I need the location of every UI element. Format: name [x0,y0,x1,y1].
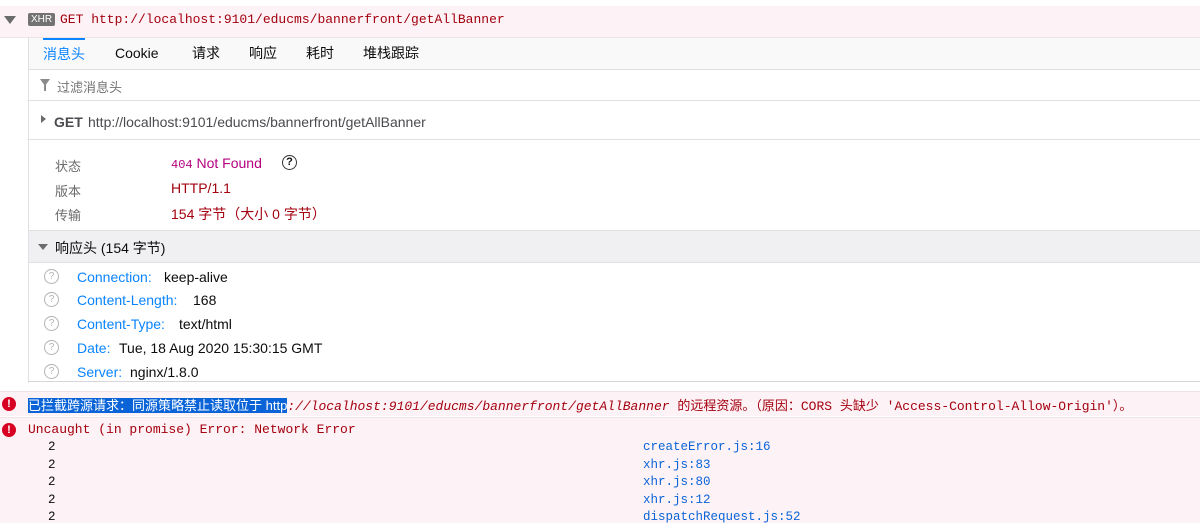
stack-frame: 2 createError.js:16 [0,440,1200,458]
header-name: Date: [77,340,111,356]
cors-reason: 的远程资源。（原因：CORS 头缺少 'Access-Control-Allow… [669,399,1133,414]
panel-divider [28,381,1200,382]
help-icon[interactable]: ? [44,316,59,331]
header-value: nginx/1.8.0 [130,364,199,380]
transfer-label: 传输 [55,208,82,223]
cors-url[interactable]: ://localhost:9101/educms/bannerfront/get… [287,399,669,414]
network-details-panel: 消息头 Cookie 请求 响应 耗时 堆栈跟踪 过滤消息头 GET http:… [28,38,1200,383]
xhr-badge: XHR [28,13,56,26]
stack-frame: 2 xhr.js:80 [0,475,1200,493]
status-text: Not Found [196,155,262,171]
error-icon: ! [2,423,16,437]
help-icon[interactable]: ? [44,364,59,379]
tab-response[interactable]: 响应 [249,38,277,69]
stack-location-link[interactable]: xhr.js:83 [643,458,711,472]
selected-text: 已拦截跨源请求：同源策略禁止读取位于 http [28,398,288,413]
stack-count: 2 [48,440,56,454]
response-headers-title: 响应头 (154 字节) [55,240,166,256]
header-value: 168 [193,292,217,308]
header-value: Tue, 18 Aug 2020 15:30:15 GMT [119,340,323,356]
tab-stack-trace[interactable]: 堆栈跟踪 [363,38,419,69]
xhr-request-summary[interactable]: GET http://localhost:9101/educms/bannerf… [60,12,505,27]
status-code: 404 [171,158,193,172]
uncaught-error-text: Uncaught (in promise) Error: Network Err… [28,422,356,437]
header-name: Connection: [77,269,152,285]
header-name: Content-Length: [77,292,178,308]
collapse-arrow-icon [38,244,48,250]
stack-frame: 2 xhr.js:12 [0,493,1200,511]
stack-location-link[interactable]: createError.js:16 [643,440,771,454]
version-value: HTTP/1.1 [171,180,231,196]
stack-frame: 2 xhr.js:83 [0,458,1200,476]
expand-arrow-icon [41,115,46,123]
tab-timings[interactable]: 耗时 [306,38,334,69]
stack-count: 2 [48,475,56,489]
status-label: 状态 [55,159,82,174]
response-header-row: ? Content-Length: 168 [29,289,1200,312]
error-icon: ! [2,397,16,411]
help-icon[interactable]: ? [44,340,59,355]
help-icon[interactable]: ? [44,292,59,307]
help-icon[interactable]: ? [44,269,59,284]
version-label: 版本 [55,184,82,199]
response-header-row: ? Date: Tue, 18 Aug 2020 15:30:15 GMT [29,337,1200,360]
filter-headers-input[interactable]: 过滤消息头 [29,70,1200,101]
transfer-value: 154 字节（大小 0 字节） [171,206,326,222]
details-tabbar: 消息头 Cookie 请求 响应 耗时 堆栈跟踪 [29,38,1200,70]
filter-placeholder: 过滤消息头 [57,80,123,95]
request-line-toggle[interactable]: GET http://localhost:9101/educms/bannerf… [29,101,1200,140]
header-name: Content-Type: [77,316,165,332]
tab-params[interactable]: 请求 [192,38,220,69]
request-method: GET [54,114,83,130]
request-url: http://localhost:9101/educms/bannerfront… [88,114,426,130]
stack-frame: 2 dispatchRequest.js:52 [0,510,1200,528]
uncaught-error-message[interactable]: ! Uncaught (in promise) Error: Network E… [0,417,1200,524]
response-headers-toggle[interactable]: 响应头 (154 字节) [29,230,1200,263]
expand-arrow-icon[interactable] [4,16,16,24]
header-name: Server: [77,364,123,380]
header-value: text/html [179,316,232,332]
tab-cookies[interactable]: Cookie [115,38,159,69]
stack-location-link[interactable]: xhr.js:12 [643,493,711,507]
stack-count: 2 [48,457,56,472]
header-value: keep-alive [164,269,228,285]
xhr-request-row[interactable]: XHR GET http://localhost:9101/educms/ban… [0,6,1200,38]
response-header-row: ? Content-Type: text/html [29,313,1200,336]
stack-count: 2 [48,492,56,507]
help-icon[interactable]: ? [282,155,297,170]
tab-headers[interactable]: 消息头 [43,38,85,69]
response-header-row: ? Connection: keep-alive [29,266,1200,289]
stack-location-link[interactable]: xhr.js:80 [643,475,711,489]
cors-error-message[interactable]: ! 已拦截跨源请求：同源策略禁止读取位于 http://localhost:91… [0,391,1200,416]
